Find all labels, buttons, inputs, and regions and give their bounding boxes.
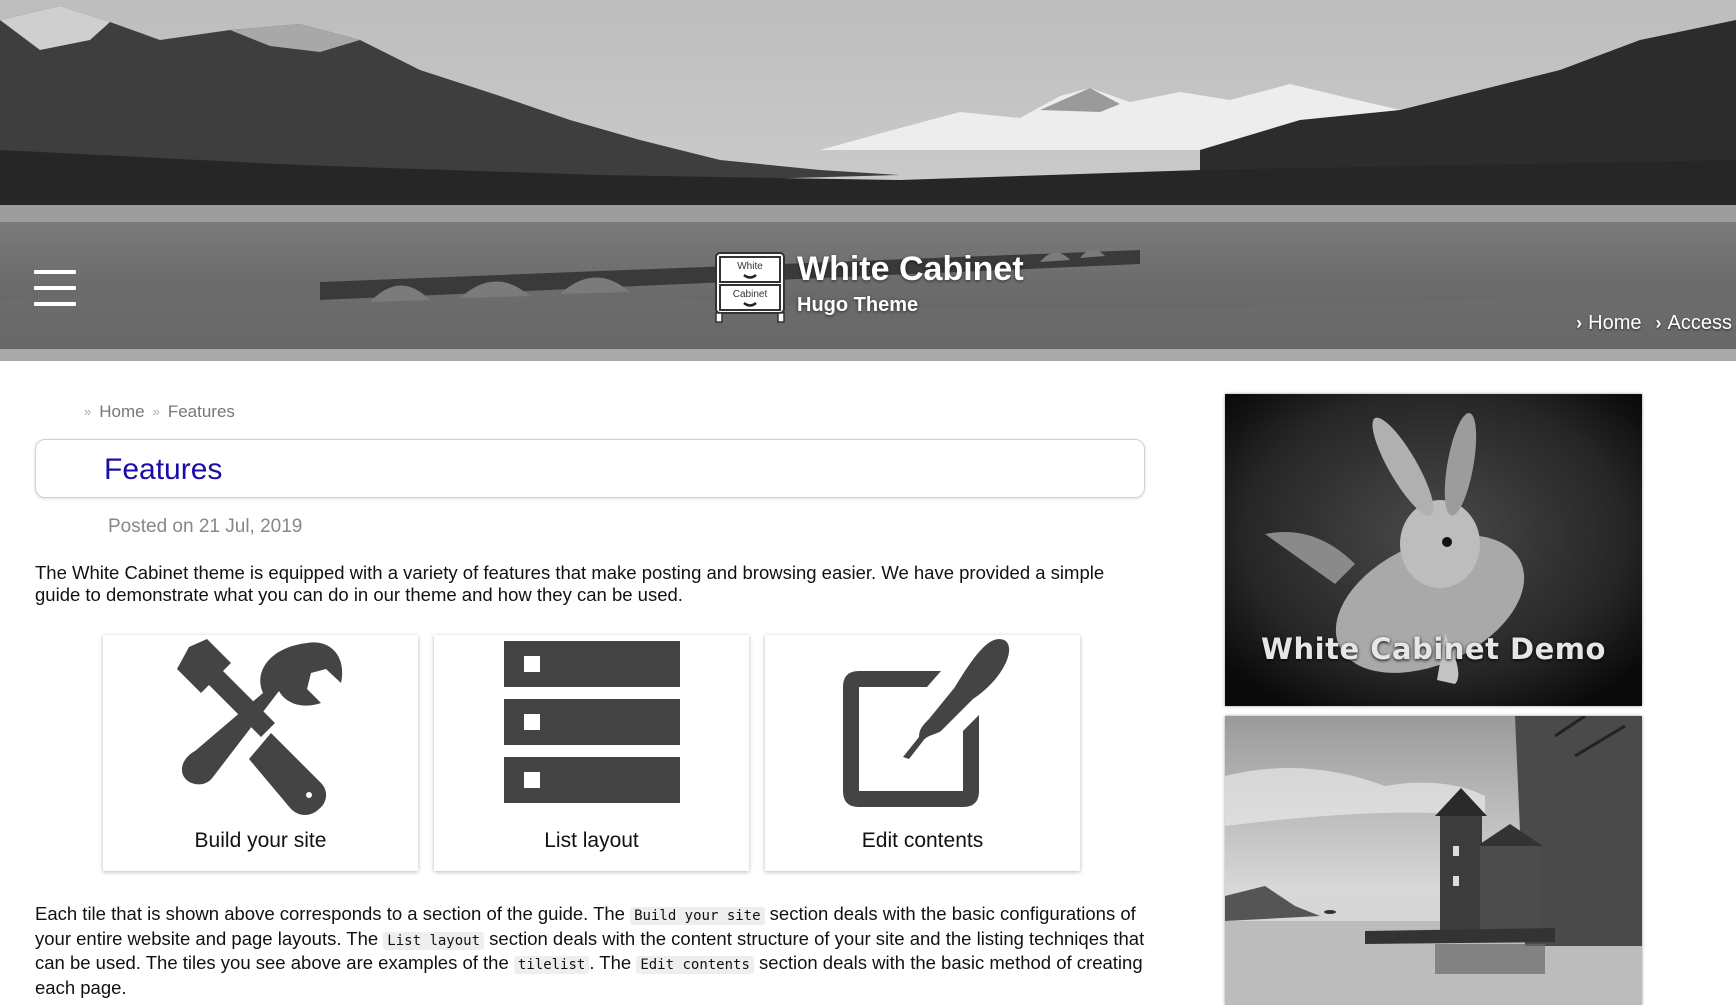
menu-toggle-button[interactable] [34, 270, 76, 306]
nav-link-label: Home [1588, 312, 1642, 334]
nav-link-home[interactable]: › Home [1576, 312, 1641, 335]
cabinet-logo-icon: White Cabinet [715, 252, 785, 323]
demo-banner-image[interactable]: White Cabinet Demo [1225, 394, 1642, 706]
top-navigation: › Home › Access [1576, 312, 1732, 335]
demo-image-caption: White Cabinet Demo [1261, 632, 1606, 666]
nav-link-access[interactable]: › Access [1656, 312, 1732, 335]
post-date: Posted on 21 Jul, 2019 [108, 516, 303, 537]
svg-text:White: White [737, 261, 763, 272]
inline-code: List layout [383, 931, 485, 950]
nav-link-label: Access [1667, 312, 1732, 334]
page-title-box: Features [35, 439, 1145, 498]
chevron-right-icon: › [1576, 313, 1583, 333]
header-divider [0, 349, 1736, 361]
castle-lake-image[interactable] [1225, 716, 1642, 1005]
site-header: White Cabinet White Cabinet Hugo Theme ›… [0, 0, 1736, 349]
tile-edit-contents[interactable]: Edit contents [765, 635, 1080, 871]
outro-text: . The [589, 952, 637, 973]
feature-tile-list: Build your site List layout Edit content… [103, 635, 1080, 871]
inline-code: tilelist [513, 956, 590, 974]
svg-text:Cabinet: Cabinet [733, 289, 768, 300]
tile-label: Build your site [194, 829, 327, 852]
tile-label: List layout [544, 829, 639, 852]
tile-label: Edit contents [861, 829, 984, 852]
tile-list-layout[interactable]: List layout [434, 635, 749, 871]
breadcrumb-separator: » [84, 404, 92, 419]
tools-icon [176, 639, 342, 815]
castle-photo [1225, 716, 1642, 1005]
inline-code: Edit contents [636, 956, 754, 974]
breadcrumb-separator: » [152, 404, 160, 419]
outro-paragraph: Each tile that is shown above correspond… [35, 903, 1150, 998]
breadcrumb: » Home » Features [84, 402, 235, 422]
breadcrumb-home-link[interactable]: Home [99, 402, 144, 422]
tile-build-your-site[interactable]: Build your site [103, 635, 418, 871]
chevron-right-icon: › [1655, 313, 1662, 333]
list-icon [503, 641, 680, 803]
edit-icon [842, 639, 1009, 807]
site-subtitle: Hugo Theme [797, 294, 919, 316]
site-title[interactable]: White Cabinet [797, 250, 1024, 289]
outro-text: Each tile that is shown above correspond… [35, 903, 631, 924]
inline-code: Build your site [630, 907, 765, 925]
page-title: Features [104, 453, 223, 486]
intro-paragraph: The White Cabinet theme is equipped with… [35, 562, 1105, 605]
breadcrumb-current: Features [167, 402, 235, 421]
